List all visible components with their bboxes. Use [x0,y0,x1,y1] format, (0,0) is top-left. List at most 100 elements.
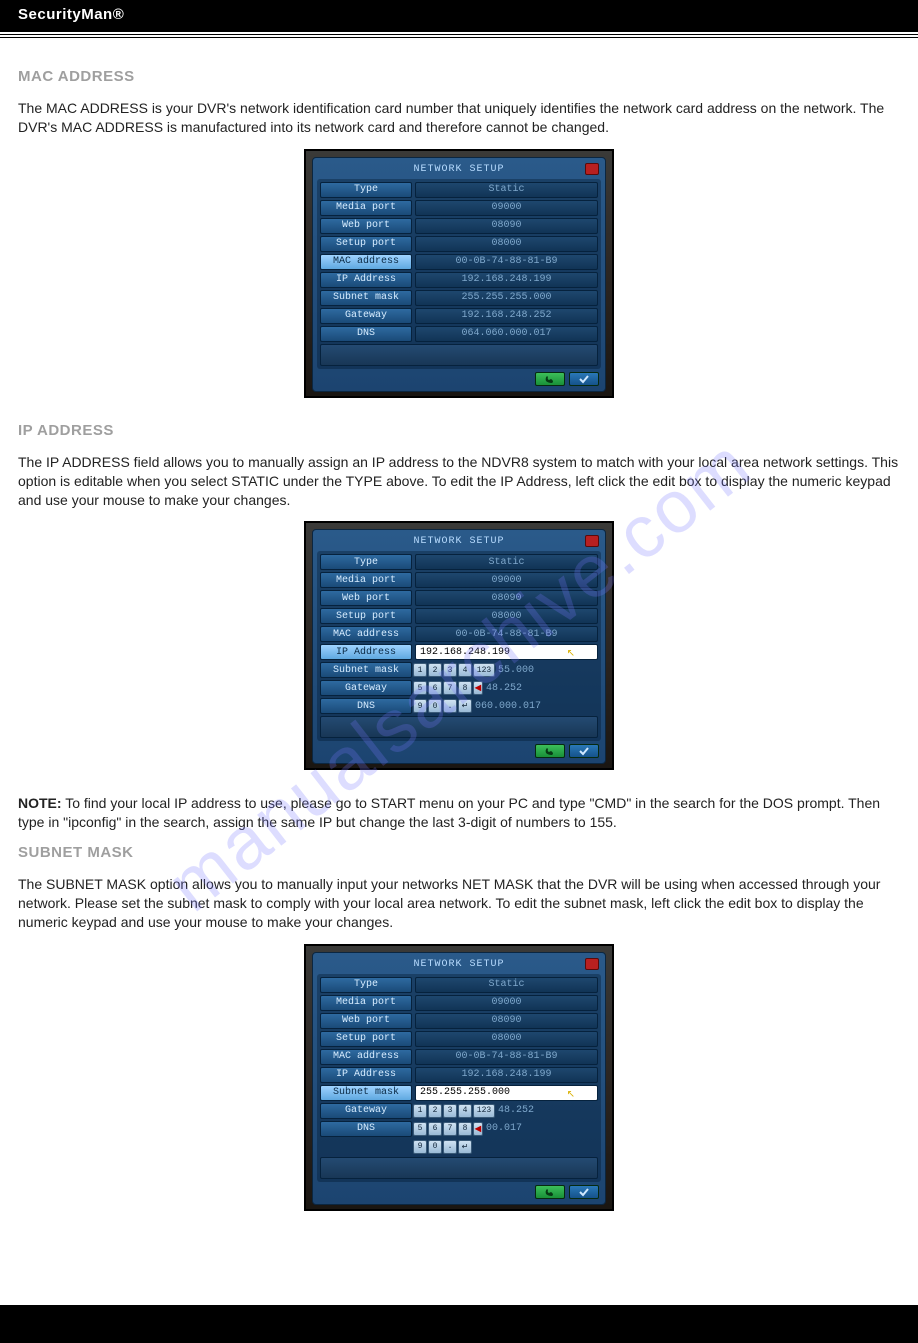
value-mac[interactable]: 00-0B-74-88-81-B9 [415,626,598,642]
label-gateway: Gateway [320,308,412,324]
keypad-row-1: 1 2 3 4 123 55.000 [413,662,598,678]
value-ip[interactable]: 192.168.248.199 [415,272,598,288]
key-1[interactable]: 1 [413,1104,427,1118]
label-dns: DNS [320,698,412,714]
key-dot[interactable]: . [443,699,457,713]
call-button[interactable] [535,372,565,386]
key-6[interactable]: 6 [428,681,442,695]
key-9[interactable]: 9 [413,1140,427,1154]
close-icon[interactable] [585,535,599,547]
dvr-title-text: NETWORK SETUP [413,959,504,970]
dvr-spacer [320,1157,598,1179]
key-123[interactable]: 123 [473,663,495,677]
dvr-spacer [320,344,598,366]
label-ip-hl: IP Address [320,644,412,660]
label-web-port: Web port [320,218,412,234]
key-7[interactable]: 7 [443,681,457,695]
key-9[interactable]: 9 [413,699,427,713]
dvr-panel-subnet: NETWORK SETUP TypeStatic Media port09000… [304,944,614,1211]
label-mac: MAC address [320,626,412,642]
key-4[interactable]: 4 [458,1104,472,1118]
key-0[interactable]: 0 [428,1140,442,1154]
key-5[interactable]: 5 [413,681,427,695]
value-web-port[interactable]: 08090 [415,590,598,606]
dvr-spacer [320,716,598,738]
label-mac: MAC address [320,1049,412,1065]
close-icon[interactable] [585,958,599,970]
label-subnet: Subnet mask [320,662,412,678]
key-6[interactable]: 6 [428,1122,442,1136]
note-label: NOTE: [18,795,62,811]
key-1[interactable]: 1 [413,663,427,677]
dvr-title: NETWORK SETUP [317,162,601,179]
key-7[interactable]: 7 [443,1122,457,1136]
value-media-port[interactable]: 09000 [415,200,598,216]
key-back[interactable]: ◀ [473,681,483,695]
text-note: NOTE: To find your local IP address to u… [18,794,900,832]
keypad-row-3b: 9 0 . ↵ [413,1139,598,1155]
tail-gateway-b: 48.252 [498,1105,534,1116]
keypad-row-3: 9 0 . ↵ 060.000.017 [413,698,598,714]
value-type[interactable]: Static [415,182,598,198]
value-subnet[interactable]: 255.255.255.000 [415,290,598,306]
dvr-title-text: NETWORK SETUP [413,164,504,175]
key-0[interactable]: 0 [428,699,442,713]
key-2[interactable]: 2 [428,1104,442,1118]
key-8[interactable]: 8 [458,1122,472,1136]
heading-ip: IP ADDRESS [18,422,900,439]
label-gateway: Gateway [320,680,412,696]
key-4[interactable]: 4 [458,663,472,677]
value-mac[interactable]: 00-0B-74-88-81-B9 [415,1049,598,1065]
text-subnet: The SUBNET MASK option allows you to man… [18,875,900,932]
value-setup-port[interactable]: 08000 [415,1031,598,1047]
value-web-port[interactable]: 08090 [415,1013,598,1029]
ok-button[interactable] [569,1185,599,1199]
ok-button[interactable] [569,744,599,758]
key-enter[interactable]: ↵ [458,1140,472,1154]
value-subnet-edit[interactable]: 255.255.255.000 ↖ [415,1085,598,1101]
label-type: Type [320,554,412,570]
label-ip: IP Address [320,1067,412,1083]
call-button[interactable] [535,1185,565,1199]
key-5[interactable]: 5 [413,1122,427,1136]
value-mac[interactable]: 00-0B-74-88-81-B9 [415,254,598,270]
key-123[interactable]: 123 [473,1104,495,1118]
key-3[interactable]: 3 [443,1104,457,1118]
key-8[interactable]: 8 [458,681,472,695]
value-media-port[interactable]: 09000 [415,995,598,1011]
header-bar: SecurityMan® [0,0,918,32]
value-ip[interactable]: 192.168.248.199 [415,1067,598,1083]
value-dns[interactable]: 064.060.000.017 [415,326,598,342]
value-setup-port[interactable]: 08000 [415,608,598,624]
close-icon[interactable] [585,163,599,175]
call-button[interactable] [535,744,565,758]
value-media-port[interactable]: 09000 [415,572,598,588]
text-ip: The IP ADDRESS field allows you to manua… [18,453,900,510]
key-dot[interactable]: . [443,1140,457,1154]
label-media-port: Media port [320,200,412,216]
label-mac-hl: MAC address [320,254,412,270]
key-3[interactable]: 3 [443,663,457,677]
footer-bar [0,1305,918,1343]
heading-mac: MAC ADDRESS [18,68,900,85]
tail-gateway: 48.252 [486,683,522,694]
label-type: Type [320,977,412,993]
label-setup-port: Setup port [320,608,412,624]
value-type[interactable]: Static [415,977,598,993]
key-back[interactable]: ◀ [473,1122,483,1136]
tail-subnet: 55.000 [498,665,534,676]
cursor-icon: ↖ [567,648,575,660]
value-ip-edit[interactable]: 192.168.248.199 ↖ [415,644,598,660]
key-enter[interactable]: ↵ [458,699,472,713]
value-setup-port[interactable]: 08000 [415,236,598,252]
value-gateway[interactable]: 192.168.248.252 [415,308,598,324]
label-media-port: Media port [320,572,412,588]
label-gateway: Gateway [320,1103,412,1119]
brand-logo: SecurityMan® [18,6,124,23]
value-web-port[interactable]: 08090 [415,218,598,234]
key-2[interactable]: 2 [428,663,442,677]
value-type[interactable]: Static [415,554,598,570]
ok-button[interactable] [569,372,599,386]
label-type: Type [320,182,412,198]
label-subnet-hl: Subnet mask [320,1085,412,1101]
